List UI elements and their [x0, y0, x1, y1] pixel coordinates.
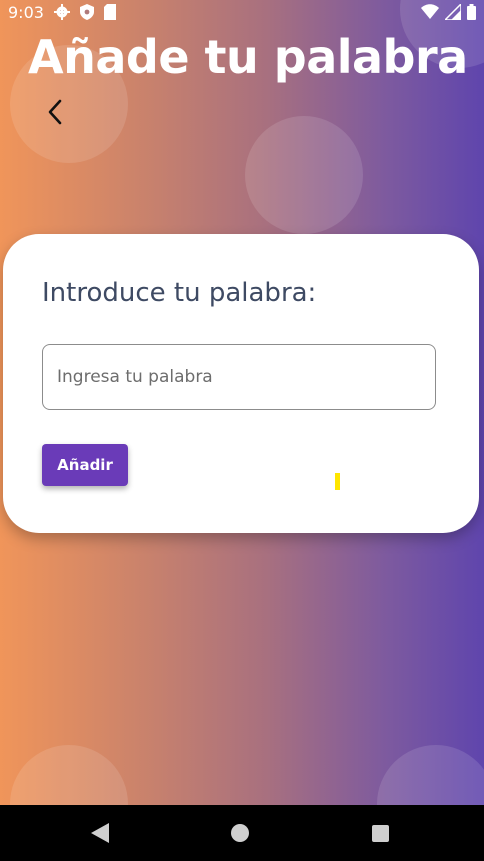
shield-icon	[80, 4, 94, 25]
arrow-back-icon	[48, 99, 62, 125]
status-time: 9:03	[8, 3, 44, 22]
home-circle-icon	[231, 824, 249, 842]
navigation-bar	[0, 805, 484, 861]
word-input-container	[42, 344, 436, 410]
add-word-card: Introduce tu palabra: Añadir	[3, 234, 479, 533]
page-title: Añade tu palabra	[28, 30, 468, 84]
signal-icon	[443, 2, 462, 25]
wifi-icon	[421, 4, 439, 25]
battery-icon	[467, 4, 476, 25]
recents-square-icon	[371, 824, 389, 842]
sd-card-icon	[104, 4, 116, 25]
status-bar: 9:03	[0, 0, 484, 26]
card-heading: Introduce tu palabra:	[42, 278, 317, 308]
nav-recents-button[interactable]	[352, 805, 408, 861]
app-screen: 9:03 Añade tu palabra Introduce tu palab…	[0, 0, 484, 861]
nav-home-button[interactable]	[212, 805, 268, 861]
settings-icon	[54, 4, 70, 25]
nav-back-button[interactable]	[72, 805, 128, 861]
back-triangle-icon	[91, 823, 109, 843]
back-button[interactable]	[40, 96, 72, 128]
decorative-bubble	[245, 116, 363, 234]
word-input[interactable]	[43, 345, 435, 409]
pointer-marker	[335, 473, 340, 490]
add-button[interactable]: Añadir	[42, 444, 128, 486]
